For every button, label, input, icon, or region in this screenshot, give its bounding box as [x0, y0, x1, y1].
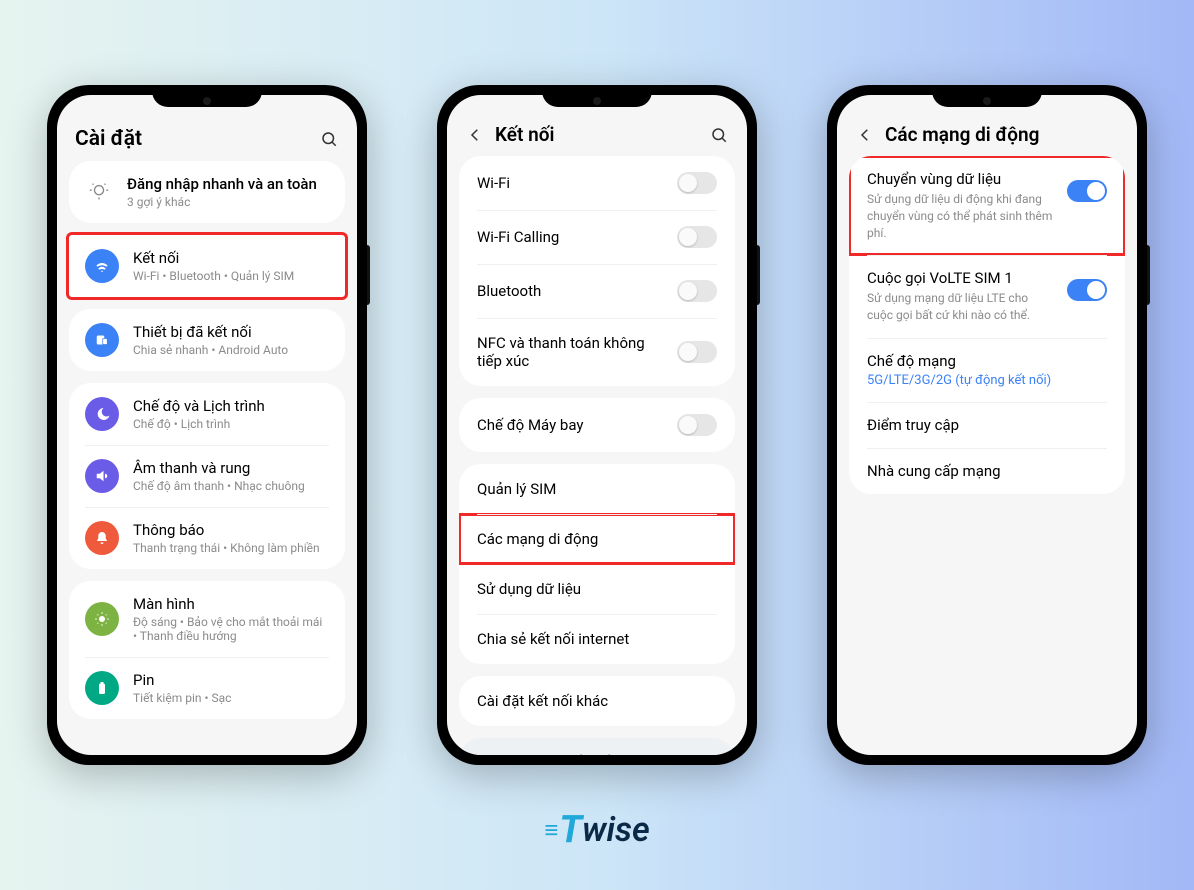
item-title: Wi-Fi — [477, 174, 677, 192]
tip-title: Đăng nhập nhanh và an toàn — [127, 175, 329, 193]
page-title: Cài đặt — [75, 127, 309, 151]
nfc-toggle[interactable] — [677, 341, 717, 363]
devices-icon — [85, 323, 119, 357]
conn-item-more[interactable]: Cài đặt kết nối khác — [459, 676, 735, 726]
item-sub: Chế độ âm thanh • Nhạc chuông — [133, 479, 329, 493]
logo-wise: wise — [582, 810, 650, 850]
bell-icon — [85, 521, 119, 555]
bluetooth-toggle[interactable] — [677, 280, 717, 302]
item-title: NFC và thanh toán không tiếp xúc — [477, 334, 677, 370]
item-title: Màn hình — [133, 595, 329, 613]
settings-item-sound[interactable]: Âm thanh và rung Chế độ âm thanh • Nhạc … — [69, 445, 345, 507]
airplane-toggle[interactable] — [677, 414, 717, 436]
search-prompt: Bạn đang tìm kiếm điều gì khác? — [459, 738, 735, 755]
item-title: Chế độ mạng — [867, 352, 1107, 370]
item-title: Pin — [133, 671, 329, 689]
item-title: Wi-Fi Calling — [477, 228, 677, 246]
settings-item-connections[interactable]: Kết nối Wi-Fi • Bluetooth • Quản lý SIM — [69, 235, 345, 297]
wing-icon: ≡ — [544, 816, 555, 845]
twise-logo: ≡ T wise — [544, 808, 649, 852]
connections-screen: Kết nối Wi-Fi Wi-Fi Calling Blu — [447, 95, 747, 755]
item-title: Cuộc gọi VoLTE SIM 1 — [867, 269, 1053, 287]
item-title: Thiết bị đã kết nối — [133, 323, 329, 341]
item-title: Quản lý SIM — [477, 480, 556, 498]
lightbulb-icon — [85, 178, 113, 206]
phone-notch — [542, 85, 652, 107]
item-sub: Thanh trạng thái • Không làm phiền — [133, 541, 329, 555]
item-sub: Sử dụng dữ liệu di động khi đang chuyển … — [867, 191, 1053, 241]
settings-item-notifications[interactable]: Thông báo Thanh trạng thái • Không làm p… — [69, 507, 345, 569]
roaming-toggle[interactable] — [1067, 180, 1107, 202]
conn-item-bluetooth[interactable]: Bluetooth — [459, 264, 735, 318]
item-title: Nhà cung cấp mạng — [867, 462, 1107, 480]
conn-item-tethering[interactable]: Chia sẻ kết nối internet — [459, 614, 735, 664]
conn-item-mobile-networks[interactable]: Các mạng di động — [459, 514, 735, 564]
connections-card: Kết nối Wi-Fi • Bluetooth • Quản lý SIM — [66, 232, 348, 300]
item-sub: Tiết kiệm pin • Sạc — [133, 691, 329, 705]
back-icon[interactable] — [465, 125, 485, 145]
item-title: Chế độ và Lịch trình — [133, 397, 329, 415]
phone-notch — [932, 85, 1042, 107]
item-sub: Sử dụng mạng dữ liệu LTE cho cuộc gọi bấ… — [867, 290, 1053, 324]
item-title: Điểm truy cập — [867, 416, 1107, 434]
moon-icon — [85, 397, 119, 431]
phone-mockup-3: Các mạng di động Chuyển vùng dữ liệu Sử … — [827, 85, 1147, 765]
phone-notch — [152, 85, 262, 107]
back-icon[interactable] — [855, 125, 875, 145]
search-icon[interactable] — [709, 125, 729, 145]
tip-sub: 3 gợi ý khác — [127, 195, 329, 209]
settings-item-display[interactable]: Màn hình Độ sáng • Bảo vệ cho mắt thoải … — [69, 581, 345, 657]
settings-item-modes[interactable]: Chế độ và Lịch trình Chế độ • Lịch trình — [69, 383, 345, 445]
item-title: Cài đặt kết nối khác — [477, 692, 608, 710]
page-title: Kết nối — [495, 123, 699, 146]
mobile-item-operators[interactable]: Nhà cung cấp mạng — [849, 448, 1125, 494]
item-sub: Wi-Fi • Bluetooth • Quản lý SIM — [133, 269, 329, 283]
conn-item-sim-manager[interactable]: Quản lý SIM — [459, 464, 735, 514]
mobile-item-roaming[interactable]: Chuyển vùng dữ liệu Sử dụng dữ liệu di đ… — [849, 156, 1125, 255]
item-value: 5G/LTE/3G/2G (tự động kết nối) — [867, 373, 1107, 388]
item-title: Các mạng di động — [477, 530, 598, 548]
mobile-networks-screen: Các mạng di động Chuyển vùng dữ liệu Sử … — [837, 95, 1137, 755]
item-title: Bluetooth — [477, 282, 677, 300]
tip-card[interactable]: Đăng nhập nhanh và an toàn 3 gợi ý khác — [69, 161, 345, 223]
wifi-calling-toggle[interactable] — [677, 226, 717, 248]
item-title: Kết nối — [133, 249, 329, 267]
item-title: Thông báo — [133, 521, 329, 539]
settings-item-battery[interactable]: Pin Tiết kiệm pin • Sạc — [69, 657, 345, 719]
volte-toggle[interactable] — [1067, 279, 1107, 301]
item-title: Âm thanh và rung — [133, 459, 329, 477]
item-sub: Độ sáng • Bảo vệ cho mắt thoải mái • Tha… — [133, 615, 329, 643]
mobile-item-apn[interactable]: Điểm truy cập — [849, 402, 1125, 448]
phone-mockup-1: Cài đặt Đăng nhập nhanh và an toàn 3 gợi… — [47, 85, 367, 765]
display-icon — [85, 602, 119, 636]
sound-icon — [85, 459, 119, 493]
mobile-item-volte[interactable]: Cuộc gọi VoLTE SIM 1 Sử dụng mạng dữ liệ… — [849, 255, 1125, 338]
search-icon[interactable] — [319, 129, 339, 149]
mobile-item-network-mode[interactable]: Chế độ mạng 5G/LTE/3G/2G (tự động kết nố… — [849, 338, 1125, 402]
settings-item-connected-devices[interactable]: Thiết bị đã kết nối Chia sẻ nhanh • Andr… — [69, 309, 345, 371]
page-title: Các mạng di động — [885, 123, 1119, 146]
conn-item-nfc[interactable]: NFC và thanh toán không tiếp xúc — [459, 318, 735, 386]
item-sub: Chia sẻ nhanh • Android Auto — [133, 343, 329, 357]
conn-item-airplane[interactable]: Chế độ Máy bay — [459, 398, 735, 452]
item-title: Sử dụng dữ liệu — [477, 580, 581, 598]
conn-item-wifi[interactable]: Wi-Fi — [459, 156, 735, 210]
phone-mockup-2: Kết nối Wi-Fi Wi-Fi Calling Blu — [437, 85, 757, 765]
wifi-toggle[interactable] — [677, 172, 717, 194]
item-title: Chia sẻ kết nối internet — [477, 630, 629, 648]
item-sub: Chế độ • Lịch trình — [133, 417, 329, 431]
logo-t: T — [559, 808, 582, 852]
battery-icon — [85, 671, 119, 705]
settings-screen: Cài đặt Đăng nhập nhanh và an toàn 3 gợi… — [57, 95, 357, 755]
item-title: Chuyển vùng dữ liệu — [867, 170, 1053, 188]
conn-item-data-usage[interactable]: Sử dụng dữ liệu — [459, 564, 735, 614]
wifi-icon — [85, 249, 119, 283]
conn-item-wifi-calling[interactable]: Wi-Fi Calling — [459, 210, 735, 264]
item-title: Chế độ Máy bay — [477, 416, 677, 434]
